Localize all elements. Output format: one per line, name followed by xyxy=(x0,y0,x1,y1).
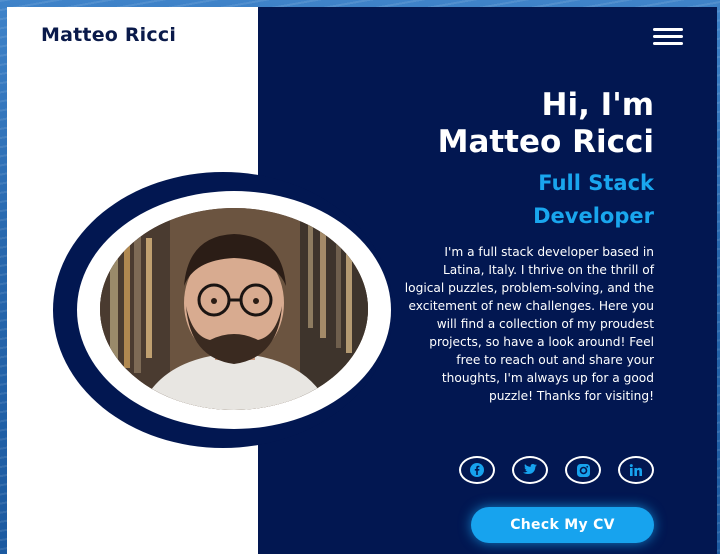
facebook-link[interactable] xyxy=(459,456,495,484)
linkedin-link[interactable] xyxy=(618,456,654,484)
twitter-link[interactable] xyxy=(512,456,548,484)
portfolio-page: Matteo Ricci Hi, I'm Matteo Ricci Full S… xyxy=(7,7,717,554)
hamburger-menu-icon[interactable] xyxy=(653,26,683,48)
facebook-icon xyxy=(470,463,484,477)
greeting-name: Matteo Ricci xyxy=(437,124,654,160)
instagram-link[interactable] xyxy=(565,456,601,484)
bio-text: I'm a full stack developer based in Lati… xyxy=(404,245,654,403)
greeting-line1: Hi, I'm xyxy=(541,87,654,123)
hero-title: Hi, I'm Matteo Ricci xyxy=(334,87,654,161)
social-links xyxy=(459,456,654,484)
hero-role: Full Stack Developer xyxy=(533,171,654,228)
linkedin-icon xyxy=(629,463,642,476)
profile-photo xyxy=(100,208,368,410)
check-cv-button[interactable]: Check My CV xyxy=(471,507,654,543)
twitter-icon xyxy=(523,464,537,474)
instagram-icon xyxy=(576,463,590,477)
brand-name[interactable]: Matteo Ricci xyxy=(41,24,176,46)
